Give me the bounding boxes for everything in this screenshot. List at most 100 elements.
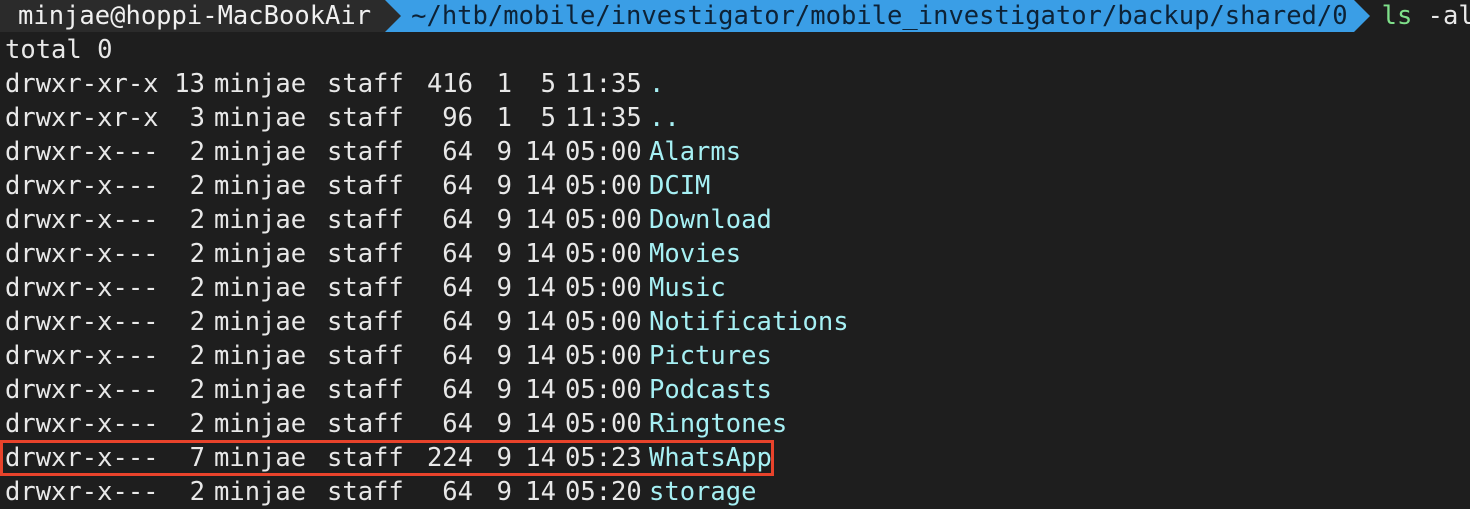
- listing-owner: minjae: [214, 137, 307, 167]
- listing-link-count: 2: [189, 307, 205, 337]
- listing-day: 5: [540, 69, 556, 99]
- listing-size: 64: [442, 171, 473, 201]
- listing-size: 64: [442, 341, 473, 371]
- listing-owner: minjae: [214, 69, 307, 99]
- listing-group: staff: [327, 103, 404, 133]
- listing-day: 14: [525, 205, 556, 235]
- listing-owner: minjae: [214, 171, 307, 201]
- listing-month: 1: [496, 103, 512, 133]
- listing-group: staff: [327, 69, 404, 99]
- listing-month: 9: [496, 375, 512, 405]
- listing-group: staff: [327, 171, 404, 201]
- prompt-user-host: minjae@hoppi-MacBookAir: [0, 0, 386, 32]
- listing-owner: minjae: [214, 103, 307, 133]
- listing-month: 9: [496, 171, 512, 201]
- listing-time: 05:00: [565, 307, 642, 337]
- total-line: total 0: [5, 35, 113, 65]
- listing-owner: minjae: [214, 341, 307, 371]
- listing-day: 14: [525, 137, 556, 167]
- listing-permissions: drwxr-xr-x: [5, 69, 159, 99]
- listing-group: staff: [327, 443, 404, 473]
- listing-day: 14: [525, 307, 556, 337]
- listing-filename: Alarms: [649, 137, 742, 167]
- listing-day: 14: [525, 341, 556, 371]
- prompt-separator-arrow: [385, 0, 402, 32]
- listing-size: 64: [442, 239, 473, 269]
- listing-month: 9: [496, 239, 512, 269]
- listing-time: 05:00: [565, 375, 642, 405]
- listing-time: 05:00: [565, 171, 642, 201]
- listing-day: 14: [525, 443, 556, 473]
- listing-size: 64: [442, 273, 473, 303]
- listing-day: 5: [540, 103, 556, 133]
- listing-time: 11:35: [565, 103, 642, 133]
- listing-filename: Pictures: [649, 341, 772, 371]
- listing-time: 05:20: [565, 477, 642, 507]
- listing-link-count: 2: [189, 239, 205, 269]
- listing-group: staff: [327, 273, 404, 303]
- listing-link-count: 2: [189, 171, 205, 201]
- listing-filename: Music: [649, 273, 726, 303]
- listing-permissions: drwxr-x---: [5, 409, 159, 439]
- listing-day: 14: [525, 239, 556, 269]
- listing-time: 05:00: [565, 239, 642, 269]
- listing-day: 14: [525, 171, 556, 201]
- listing-permissions: drwxr-x---: [5, 477, 159, 507]
- listing-owner: minjae: [214, 375, 307, 405]
- listing-size: 64: [442, 375, 473, 405]
- listing-filename: ..: [649, 103, 680, 133]
- listing-size: 64: [442, 477, 473, 507]
- command-name: ls: [1381, 1, 1413, 31]
- listing-day: 14: [525, 477, 556, 507]
- listing-group: staff: [327, 341, 404, 371]
- listing-group: staff: [327, 409, 404, 439]
- listing-link-count: 7: [189, 443, 205, 473]
- listing-group: staff: [327, 307, 404, 337]
- listing-time: 05:23: [565, 443, 642, 473]
- listing-permissions: drwxr-x---: [5, 205, 159, 235]
- listing-day: 14: [525, 375, 556, 405]
- listing-month: 9: [496, 341, 512, 371]
- command-input[interactable]: ls -al: [1370, 0, 1470, 32]
- listing-month: 1: [496, 69, 512, 99]
- listing-time: 05:00: [565, 273, 642, 303]
- listing-group: staff: [327, 205, 404, 235]
- listing-day: 14: [525, 273, 556, 303]
- listing-link-count: 2: [189, 273, 205, 303]
- listing-month: 9: [496, 409, 512, 439]
- listing-filename: storage: [649, 477, 757, 507]
- listing-link-count: 2: [189, 375, 205, 405]
- listing-permissions: drwxr-x---: [5, 341, 159, 371]
- listing-group: staff: [327, 477, 404, 507]
- listing-link-count: 2: [189, 137, 205, 167]
- listing-time: 05:00: [565, 205, 642, 235]
- listing-size: 224: [426, 443, 473, 473]
- listing-filename: Ringtones: [649, 409, 788, 439]
- listing-filename: Podcasts: [649, 375, 772, 405]
- listing-filename: WhatsApp: [649, 443, 772, 473]
- listing-permissions: drwxr-x---: [5, 171, 159, 201]
- listing-link-count: 2: [189, 409, 205, 439]
- listing-group: staff: [327, 137, 404, 167]
- listing-permissions: drwxr-xr-x: [5, 103, 159, 133]
- listing-filename: DCIM: [649, 171, 711, 201]
- listing-owner: minjae: [214, 477, 307, 507]
- listing-group: staff: [327, 375, 404, 405]
- shell-prompt: minjae@hoppi-MacBookAir ~/htb/mobile/inv…: [0, 0, 1470, 32]
- listing-month: 9: [496, 307, 512, 337]
- listing-permissions: drwxr-x---: [5, 375, 159, 405]
- prompt-current-path: ~/htb/mobile/investigator/mobile_investi…: [401, 0, 1354, 32]
- listing-size: 96: [442, 103, 473, 133]
- listing-month: 9: [496, 273, 512, 303]
- listing-size: 64: [442, 137, 473, 167]
- listing-group: staff: [327, 239, 404, 269]
- listing-month: 9: [496, 443, 512, 473]
- listing-link-count: 13: [174, 69, 205, 99]
- listing-permissions: drwxr-x---: [5, 307, 159, 337]
- listing-link-count: 3: [189, 103, 205, 133]
- listing-size: 64: [442, 307, 473, 337]
- listing-filename: Movies: [649, 239, 742, 269]
- listing-time: 05:00: [565, 341, 642, 371]
- listing-size: 64: [442, 409, 473, 439]
- listing-day: 14: [525, 409, 556, 439]
